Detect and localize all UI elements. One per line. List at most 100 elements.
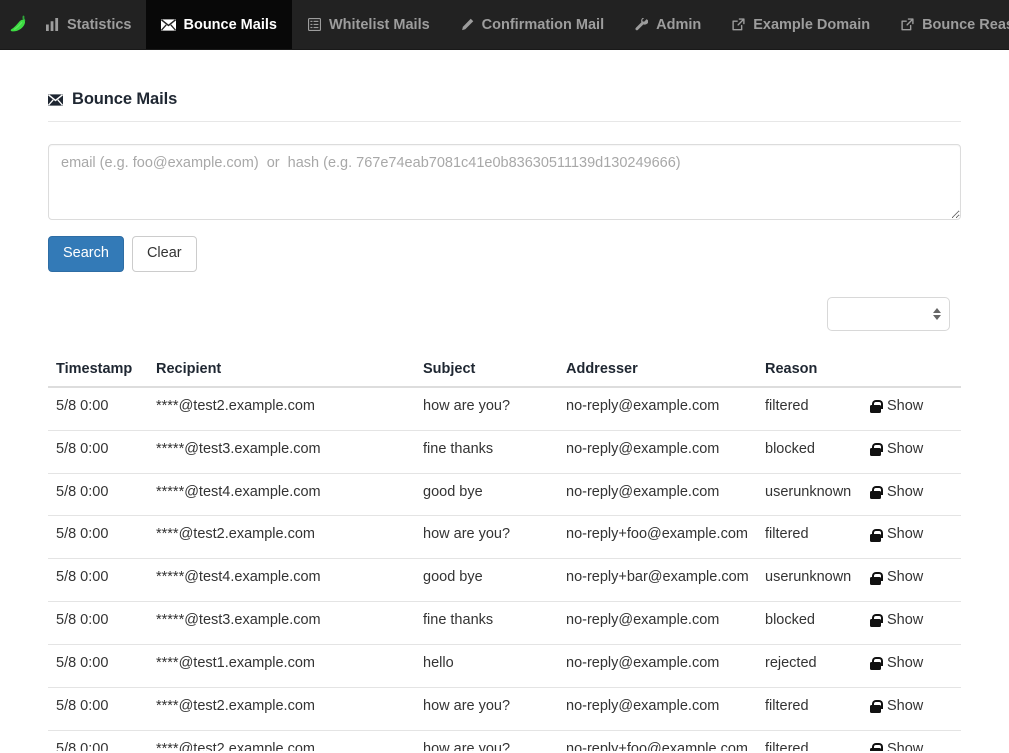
search-area: Search Clear [48, 144, 961, 272]
cell-subject: good bye [415, 558, 558, 602]
lock-icon [870, 614, 883, 628]
cell-addresser: no-reply@example.com [558, 686, 757, 731]
nav-item-bounce-mails[interactable]: Bounce Mails [146, 0, 292, 49]
cell-addresser: no-reply@example.com [558, 429, 757, 474]
cell-reason: blocked [757, 429, 862, 474]
nav-item-bounce-reason[interactable]: Bounce Reason [885, 0, 1009, 49]
cell-subject: how are you? [423, 397, 511, 414]
column-header-subject: Subject [415, 352, 558, 388]
cell-recipient: ****@test2.example.com [148, 515, 415, 559]
show-link-label: Show [887, 654, 924, 671]
bar-chart-icon [45, 17, 60, 32]
cell-addresser: no-reply@example.com [558, 472, 757, 516]
lock-icon [870, 700, 883, 714]
brand-logo[interactable] [0, 0, 30, 49]
cell-timestamp: 5/8 0:00 [48, 729, 148, 751]
cell-timestamp: 5/8 0:00 [48, 472, 148, 516]
cell-addresser: no-reply@example.com [566, 397, 720, 414]
cell-recipient: *****@test4.example.com [148, 558, 415, 602]
nav-item-admin[interactable]: Admin [619, 0, 716, 49]
cell-subject: hello [415, 643, 558, 688]
cell-recipient: ****@test1.example.com [148, 643, 415, 688]
lock-icon [870, 742, 883, 751]
nav-item-statistics[interactable]: Statistics [30, 0, 146, 49]
nav-item-confirmation-mail[interactable]: Confirmation Mail [445, 0, 619, 49]
show-link-label: Show [887, 697, 924, 714]
cell-action: Show [862, 686, 961, 731]
external-link-icon [900, 17, 915, 32]
lock-icon [870, 400, 883, 414]
show-link-label: Show [887, 440, 924, 457]
table-row: 5/8 0:00 ****@test2.example.com how are yo… [48, 686, 961, 731]
table-row: 5/8 0:00 *****@test3.example.com fine than… [48, 601, 961, 645]
show-link[interactable]: Show [870, 611, 923, 631]
show-link[interactable]: Show [870, 697, 923, 717]
show-link[interactable]: Show [870, 483, 923, 503]
table-row: 5/8 0:00 *****@test4.example.com good bye n… [48, 558, 961, 602]
cell-reason: filtered [757, 686, 862, 731]
external-link-icon [731, 17, 746, 32]
nav-item-example-domain[interactable]: Example Domain [716, 0, 885, 49]
cell-subject: how are you? [415, 729, 558, 751]
table-row: 5/8 0:00 ****@test2.example.com how are yo… [48, 387, 961, 430]
nav-item-label: Confirmation Mail [481, 16, 605, 33]
wrench-icon [634, 17, 649, 32]
nav-item-label: Example Domain [753, 16, 871, 33]
show-link[interactable]: Show [870, 654, 923, 674]
cell-addresser: no-reply+bar@example.com [558, 558, 757, 602]
chili-pepper-logo-icon [10, 15, 26, 31]
lock-icon [870, 442, 883, 456]
cell-reason: rejected [757, 643, 862, 688]
cell-subject: how are you? [415, 686, 558, 731]
nav-item-label: Statistics [67, 16, 132, 33]
pencil-icon [460, 17, 475, 32]
show-link[interactable]: Show [870, 525, 923, 545]
table-viewport: Timestamp Recipient Subject Addresser Re… [48, 331, 961, 751]
cell-timestamp: 5/8 0:00 [48, 429, 148, 474]
column-header-addresser: Addresser [558, 352, 757, 388]
table-row: 5/8 0:00 *****@test4.example.com good bye n… [48, 472, 961, 516]
page-select[interactable] [827, 296, 950, 331]
column-header-action [862, 352, 961, 388]
cell-reason: filtered [765, 397, 809, 414]
show-link[interactable]: Show [870, 740, 923, 751]
table-header-row: Timestamp Recipient Subject Addresser Re… [48, 352, 961, 388]
cell-timestamp: 5/8 0:00 [48, 643, 148, 688]
cell-addresser: no-reply@example.com [558, 643, 757, 688]
cell-action: Show [862, 387, 961, 430]
cell-action: Show [862, 643, 961, 688]
cell-timestamp: 5/8 0:00 [48, 515, 148, 559]
pager-row [48, 296, 961, 331]
page-content: Bounce Mails Search Clear Timestamp Reci… [0, 50, 1009, 751]
lock-icon [870, 485, 883, 499]
table-body: 5/8 0:00 ****@test2.example.com how are yo… [48, 387, 961, 751]
cell-addresser: no-reply@example.com [558, 601, 757, 645]
clear-button[interactable]: Clear [131, 236, 197, 272]
cell-subject: fine thanks [415, 429, 558, 474]
nav-item-label: Admin [656, 16, 702, 33]
search-button[interactable]: Search [48, 236, 124, 272]
cell-recipient: ****@test2.example.com [156, 397, 315, 414]
page-title-label: Bounce Mails [72, 90, 178, 108]
nav-item-label: Bounce Reason [922, 16, 1009, 33]
cell-action: Show [862, 472, 961, 516]
table-head: Timestamp Recipient Subject Addresser Re… [48, 352, 961, 388]
lock-icon [870, 657, 883, 671]
cell-action: Show [862, 515, 961, 559]
cell-recipient: ****@test2.example.com [148, 729, 415, 751]
search-input[interactable] [48, 144, 961, 220]
table-row: 5/8 0:00 ****@test2.example.com how are yo… [48, 729, 961, 751]
show-link[interactable]: Show [870, 440, 923, 460]
column-header-timestamp: Timestamp [48, 352, 148, 388]
show-link[interactable]: Show [870, 397, 923, 417]
show-link-label: Show [887, 397, 924, 414]
cell-action: Show [862, 729, 961, 751]
cell-timestamp: 5/8 0:00 [56, 397, 109, 414]
show-link[interactable]: Show [870, 568, 923, 588]
show-link-label: Show [887, 526, 924, 543]
show-link-label: Show [887, 569, 924, 586]
cell-reason: filtered [757, 729, 862, 751]
nav-item-whitelist-mails[interactable]: Whitelist Mails [292, 0, 445, 49]
cell-timestamp: 5/8 0:00 [48, 558, 148, 602]
cell-subject: good bye [415, 472, 558, 516]
